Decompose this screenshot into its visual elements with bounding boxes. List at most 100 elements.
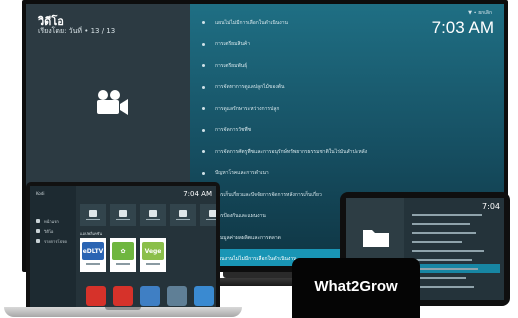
app-icon[interactable]	[140, 286, 160, 306]
category-tile[interactable]	[170, 204, 196, 226]
tv-list-item[interactable]: การจัดหาการดูแลปลูกไม้ของต้น	[196, 77, 486, 99]
tv-list-item-label: การจัดการวัชพืช	[215, 127, 252, 134]
laptop-clock: 7:04 AM	[183, 190, 212, 198]
tv-list-item-label: การเก็บเกี่ยวและปัจจัยการจัดการหลังการเก…	[215, 191, 322, 198]
bullet-icon	[202, 85, 205, 89]
category-tile[interactable]	[140, 204, 166, 226]
tablet-item-text-line	[412, 222, 470, 225]
bullet-icon	[202, 171, 205, 175]
video-camera-icon	[97, 90, 128, 115]
tv-list-item[interactable]: การเตรียมสินค้า	[196, 34, 486, 56]
tablet-list-item[interactable]	[408, 237, 500, 246]
addon-card[interactable]: ✿	[110, 238, 136, 272]
app-icon[interactable]	[194, 286, 214, 306]
addon-card[interactable]: Vege	[140, 238, 166, 272]
bullet-icon	[202, 42, 205, 46]
addon-caption-line	[146, 263, 160, 265]
category-icon	[119, 209, 127, 217]
tv-list-item[interactable]: การจัดการวัชพืช	[196, 120, 486, 142]
tablet-item-text-line	[412, 258, 472, 261]
laptop-app-label: Kodi	[36, 191, 45, 196]
tablet-list-item[interactable]	[408, 219, 500, 228]
phone: What2Grow	[292, 258, 420, 318]
app-icon[interactable]	[113, 286, 133, 306]
laptop-icon-row	[86, 286, 214, 306]
tablet-item-text-line	[412, 213, 482, 216]
addon-logo: eDLTV	[82, 242, 104, 260]
laptop-sidebar: Kodi หน้าแรกวิดีโอรายการโปรด	[30, 186, 76, 310]
bullet-icon	[202, 128, 205, 132]
laptop-menu-label: รายการโปรด	[44, 238, 67, 244]
tablet-item-text-line	[412, 240, 462, 243]
tv-list-item[interactable]: ปัญหาโรคและการดำเนา	[196, 163, 486, 185]
addon-card[interactable]: eDLTV	[80, 238, 106, 272]
app-name-label: What2Grow	[314, 278, 398, 295]
addon-logo: ✿	[112, 242, 134, 260]
category-icon	[179, 209, 187, 217]
tv-list-item-label: การจัดการศัตรูพืชและการอนุรักษ์ทรัพยากรธ…	[215, 148, 368, 155]
tv-list-item-label: การจัดหาการดูแลปลูกไม้ของต้น	[215, 84, 285, 91]
laptop-menu-item[interactable]: รายการโปรด	[36, 236, 67, 246]
tv-list-item-label: การเตรียมสินค้า	[215, 41, 251, 48]
tablet-list-item[interactable]	[408, 246, 500, 255]
category-icon	[89, 209, 97, 217]
laptop-menu: หน้าแรกวิดีโอรายการโปรด	[36, 216, 67, 246]
tv-list-item-label: ปัญหาโรคและการดำเนา	[215, 170, 269, 177]
category-label-line	[116, 218, 130, 221]
category-label-line	[206, 218, 216, 221]
tv-list-item[interactable]: การดูแลรักษาระหว่างการปลูก	[196, 98, 486, 120]
laptop-section-label: แอปพลิเคชัน	[80, 231, 103, 236]
addon-caption-line	[86, 263, 100, 265]
tv-list-item[interactable]: แผนไม่ไม่มีการเลือกในดำเนินงาน	[196, 12, 486, 34]
tablet-list-item[interactable]	[408, 210, 500, 219]
tablet-list	[408, 210, 500, 291]
category-icon	[149, 209, 157, 217]
laptop-menu-label: วิดีโอ	[44, 228, 54, 234]
category-tile[interactable]	[110, 204, 136, 226]
category-tile[interactable]	[80, 204, 106, 226]
tablet-item-text-line	[412, 285, 474, 288]
category-icon	[209, 209, 216, 217]
tablet-list-item[interactable]	[408, 273, 500, 282]
addon-logo: Vege	[142, 242, 164, 260]
tv-list-item-label: การดูแลรักษาระหว่างการปลูก	[215, 105, 280, 112]
tablet-list-item[interactable]	[408, 264, 500, 273]
tv-list-item[interactable]: การเตรียมพันธุ์	[196, 55, 486, 77]
laptop-notch	[105, 307, 141, 310]
category-tile[interactable]	[200, 204, 216, 226]
tv-list-item-label: เพิ่มมูลค่าผลผลิตและการตลาด	[215, 234, 281, 241]
laptop: Kodi หน้าแรกวิดีโอรายการโปรด 7:04 AM แอป…	[26, 182, 220, 310]
category-label-line	[86, 218, 100, 221]
menu-icon	[36, 219, 40, 223]
laptop-menu-item[interactable]: วิดีโอ	[36, 226, 67, 236]
tv-list-item-label: การป้องกันและแผนงาน	[215, 213, 266, 220]
bullet-icon	[202, 107, 205, 111]
tv-list-item-label: แผนไม่ไม่มีการเลือกในดำเนินงาน	[215, 19, 288, 26]
tablet-list-item[interactable]	[408, 282, 500, 291]
tv-list-item[interactable]: การจัดการศัตรูพืชและการอนุรักษ์ทรัพยากรธ…	[196, 141, 486, 163]
bullet-icon	[202, 64, 205, 68]
laptop-category-row	[80, 204, 216, 226]
tv-sort-info: เรียงโดย: วันที่ • 13 / 13	[38, 27, 116, 35]
menu-icon	[36, 229, 40, 233]
tablet-item-text-line	[412, 249, 484, 252]
bullet-icon	[202, 150, 205, 154]
app-icon[interactable]	[167, 286, 187, 306]
addon-caption-line	[116, 263, 130, 265]
bullet-icon	[202, 21, 205, 25]
laptop-menu-label: หน้าแรก	[44, 218, 59, 224]
tv-list-item-label: แผนงานไม่ไม่มีการเลือกในดำเนินงาน	[215, 256, 297, 263]
tablet-item-text-line	[412, 267, 478, 270]
category-label-line	[146, 218, 160, 221]
folder-icon	[363, 230, 389, 247]
tablet-list-item[interactable]	[408, 228, 500, 237]
laptop-addon-row: eDLTV ✿ Vege	[80, 238, 166, 272]
laptop-menu-item[interactable]: หน้าแรก	[36, 216, 67, 226]
app-icon[interactable]	[86, 286, 106, 306]
category-label-line	[176, 218, 190, 221]
tablet-item-text-line	[412, 231, 476, 234]
tablet-list-item[interactable]	[408, 255, 500, 264]
laptop-screen: Kodi หน้าแรกวิดีโอรายการโปรด 7:04 AM แอป…	[30, 186, 216, 310]
tv-list-item-label: การเตรียมพันธุ์	[215, 62, 248, 69]
tablet-item-text-line	[412, 276, 466, 279]
